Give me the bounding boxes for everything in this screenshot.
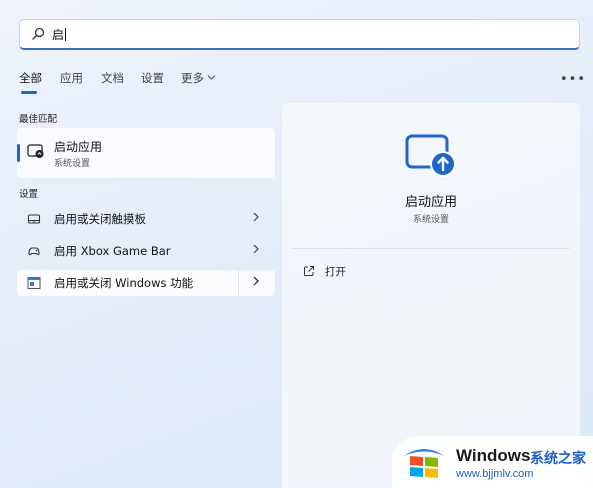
search-input[interactable]: 启 (52, 26, 67, 43)
touchpad-icon (27, 214, 41, 224)
settings-result-touchpad[interactable]: 启用或关闭触摸板 (17, 206, 275, 232)
tab-more-label: 更多 (181, 71, 204, 85)
tab-apps[interactable]: 应用 (60, 70, 83, 86)
settings-heading: 设置 (19, 189, 39, 200)
windows-logo-icon (404, 449, 444, 478)
watermark-url: www.bjjmlv.com (456, 468, 534, 480)
tab-more[interactable]: 更多 (181, 70, 216, 86)
search-box[interactable]: 启 (19, 19, 580, 50)
detail-panel: 启动应用 系统设置 打开 (282, 103, 580, 488)
tab-settings[interactable]: 设置 (141, 70, 164, 86)
best-match-result[interactable]: 启动应用 系统设置 (17, 128, 275, 178)
more-options-icon[interactable]: ••• (560, 72, 586, 87)
settings-result-windows-features[interactable]: 启用或关闭 Windows 功能 (17, 270, 275, 296)
best-match-title: 启动应用 (54, 140, 103, 154)
detail-divider (292, 248, 570, 249)
tab-all[interactable]: 全部 (19, 70, 42, 86)
settings-result-label: 启用 Xbox Game Bar (54, 244, 171, 258)
tab-documents[interactable]: 文档 (101, 70, 124, 86)
selection-indicator (17, 144, 20, 162)
row-divider (238, 270, 239, 296)
best-match-heading: 最佳匹配 (19, 114, 58, 125)
site-watermark: Windows 系统之家 www.bjjmlv.com (392, 436, 593, 488)
detail-subtitle: 系统设置 (412, 215, 449, 225)
chevron-right-icon[interactable] (251, 274, 261, 288)
settings-result-xbox-game-bar[interactable]: 启用 Xbox Game Bar (17, 238, 275, 264)
gamebar-icon (28, 247, 40, 256)
best-match-subtitle: 系统设置 (54, 159, 91, 169)
watermark-brand: Windows (456, 446, 531, 465)
active-tab-indicator (21, 91, 37, 94)
chevron-right-icon (253, 244, 259, 254)
search-icon (32, 27, 45, 40)
detail-title: 启动应用 (404, 195, 457, 210)
text-caret (65, 28, 67, 41)
startup-apps-icon (27, 144, 44, 158)
windows-features-icon (27, 277, 41, 289)
search-query: 启 (52, 28, 65, 42)
chevron-right-icon (253, 212, 259, 222)
settings-result-label: 启用或关闭 Windows 功能 (54, 276, 194, 290)
chevron-down-icon (207, 75, 216, 80)
watermark-cn: 系统之家 (530, 451, 586, 467)
settings-result-label: 启用或关闭触摸板 (54, 212, 146, 226)
open-external-icon[interactable] (303, 265, 315, 277)
open-action[interactable]: 打开 (325, 264, 346, 279)
startup-apps-large-icon (405, 134, 456, 177)
